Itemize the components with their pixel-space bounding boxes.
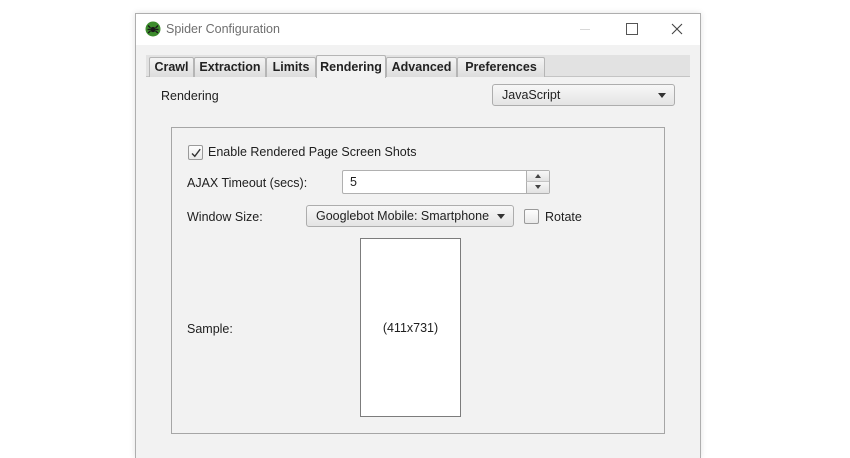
ajax-timeout-label: AJAX Timeout (secs): — [187, 176, 308, 190]
ajax-timeout-input[interactable] — [343, 171, 525, 193]
tab-extraction[interactable]: Extraction — [194, 57, 266, 77]
spider-logo-icon — [145, 21, 161, 37]
tab-advanced[interactable]: Advanced — [386, 57, 457, 77]
tab-rendering[interactable]: Rendering — [316, 55, 386, 78]
maximize-icon[interactable] — [608, 14, 654, 44]
tab-bar: Crawl Extraction Limits Rendering Advanc… — [146, 55, 690, 78]
tab-limits[interactable]: Limits — [266, 57, 316, 77]
increment-button[interactable] — [526, 171, 549, 182]
chevron-down-icon — [497, 214, 505, 219]
sample-dimensions: (411x731) — [382, 321, 439, 335]
rendering-mode-value: JavaScript — [502, 88, 561, 102]
sample-label: Sample: — [187, 322, 233, 336]
decrement-button[interactable] — [526, 182, 549, 193]
window-size-value: Googlebot Mobile: Smartphone — [316, 209, 490, 223]
tab-preferences[interactable]: Preferences — [457, 57, 545, 77]
chevron-down-icon — [658, 93, 666, 98]
rendering-options-panel: Enable Rendered Page Screen Shots AJAX T… — [171, 127, 665, 434]
minimize-icon[interactable] — [562, 14, 608, 44]
window-size-dropdown[interactable]: Googlebot Mobile: Smartphone — [306, 205, 514, 227]
spider-configuration-window: Spider Configuration Crawl Extraction Li… — [135, 13, 701, 458]
screenshots-label: Enable Rendered Page Screen Shots — [208, 145, 417, 159]
rendering-mode-dropdown[interactable]: JavaScript — [492, 84, 675, 106]
title-bar[interactable]: Spider Configuration — [136, 14, 700, 45]
rotate-checkbox[interactable] — [524, 209, 539, 224]
tab-crawl[interactable]: Crawl — [149, 57, 194, 77]
close-icon[interactable] — [654, 14, 700, 44]
screenshots-checkbox[interactable] — [188, 145, 203, 160]
sample-preview: (411x731) — [360, 238, 461, 417]
window-size-label: Window Size: — [187, 210, 263, 224]
ajax-timeout-spinner — [342, 170, 550, 194]
arrow-up-icon — [535, 174, 541, 178]
rendering-label: Rendering — [161, 89, 219, 103]
rotate-label: Rotate — [545, 210, 582, 224]
checkmark-icon — [191, 148, 201, 158]
window-title: Spider Configuration — [166, 22, 280, 36]
arrow-down-icon — [535, 185, 541, 189]
